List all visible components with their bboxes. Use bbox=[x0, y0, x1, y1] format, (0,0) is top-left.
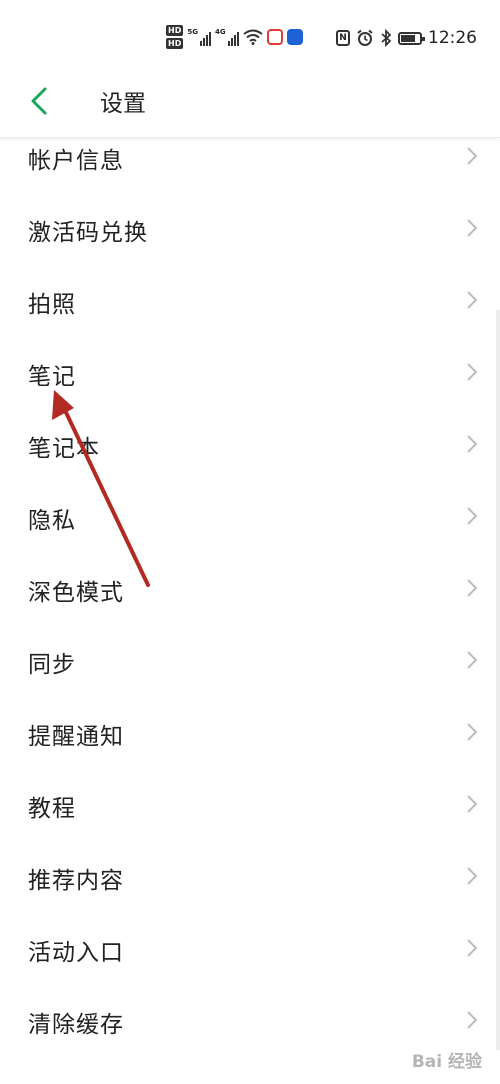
settings-item-label: 激活码兑换 bbox=[28, 220, 148, 246]
status-icons: HD HD 5G 4G bbox=[166, 22, 303, 52]
chevron-right-icon bbox=[467, 507, 478, 525]
bluetooth-icon bbox=[381, 29, 392, 47]
signal-4g-icon: 4G bbox=[215, 28, 239, 46]
settings-item-sync[interactable]: 同步 bbox=[0, 625, 500, 697]
settings-item-notes[interactable]: 笔记 bbox=[0, 337, 500, 409]
back-arrow-icon[interactable] bbox=[26, 86, 56, 116]
settings-item-label: 笔记本 bbox=[28, 436, 100, 462]
app-notification-icon bbox=[266, 29, 283, 45]
settings-item-label: 清除缓存 bbox=[28, 1012, 124, 1038]
settings-item-label: 隐私 bbox=[28, 508, 76, 534]
settings-item-label: 教程 bbox=[28, 796, 76, 822]
scrollbar[interactable] bbox=[496, 310, 500, 1050]
chevron-right-icon bbox=[467, 723, 478, 741]
chevron-right-icon bbox=[467, 147, 478, 165]
settings-item-account-info[interactable]: 帐户信息 bbox=[0, 121, 500, 193]
settings-item-recommended[interactable]: 推荐内容 bbox=[0, 841, 500, 913]
hd-icon: HD bbox=[166, 38, 184, 49]
settings-item-label: 帐户信息 bbox=[28, 148, 124, 174]
settings-item-notebooks[interactable]: 笔记本 bbox=[0, 409, 500, 481]
settings-item-label: 同步 bbox=[28, 652, 76, 678]
status-time: 12:26 bbox=[428, 28, 477, 48]
settings-item-camera[interactable]: 拍照 bbox=[0, 265, 500, 337]
status-bar: HD HD 5G 4G N 12:26 bbox=[0, 0, 500, 72]
alarm-icon bbox=[357, 29, 373, 46]
battery-icon bbox=[398, 31, 425, 45]
chevron-right-icon bbox=[467, 579, 478, 597]
hd-indicators: HD HD bbox=[166, 25, 184, 49]
page-title: 设置 bbox=[100, 91, 146, 117]
signal-5g-icon: 5G bbox=[187, 28, 211, 46]
settings-item-label: 提醒通知 bbox=[28, 724, 124, 750]
watermark: Bai 经验 bbox=[411, 1052, 482, 1072]
chevron-right-icon bbox=[467, 363, 478, 381]
chevron-right-icon bbox=[467, 435, 478, 453]
app-notification-icon bbox=[286, 29, 303, 45]
settings-item-label: 笔记 bbox=[28, 364, 76, 390]
status-right: N 12:26 bbox=[336, 28, 477, 48]
settings-list: 帐户信息 激活码兑换 拍照 笔记 笔记本 隐私 深色模式 同步 提醒通知 教程 … bbox=[0, 121, 500, 1057]
chevron-right-icon bbox=[467, 291, 478, 309]
settings-item-label: 活动入口 bbox=[28, 940, 124, 966]
nfc-icon: N bbox=[336, 30, 350, 46]
settings-item-label: 深色模式 bbox=[28, 580, 124, 606]
chevron-right-icon bbox=[467, 1011, 478, 1029]
settings-item-label: 推荐内容 bbox=[28, 868, 124, 894]
settings-item-privacy[interactable]: 隐私 bbox=[0, 481, 500, 553]
chevron-right-icon bbox=[467, 219, 478, 237]
hd-icon: HD bbox=[166, 25, 184, 36]
settings-item-events[interactable]: 活动入口 bbox=[0, 913, 500, 985]
wifi-icon bbox=[242, 29, 263, 45]
settings-item-tutorial[interactable]: 教程 bbox=[0, 769, 500, 841]
settings-item-reminders[interactable]: 提醒通知 bbox=[0, 697, 500, 769]
chevron-right-icon bbox=[467, 651, 478, 669]
chevron-right-icon bbox=[467, 867, 478, 885]
settings-item-activation-code[interactable]: 激活码兑换 bbox=[0, 193, 500, 265]
settings-item-dark-mode[interactable]: 深色模式 bbox=[0, 553, 500, 625]
settings-item-label: 拍照 bbox=[28, 292, 76, 318]
chevron-right-icon bbox=[467, 939, 478, 957]
chevron-right-icon bbox=[467, 795, 478, 813]
